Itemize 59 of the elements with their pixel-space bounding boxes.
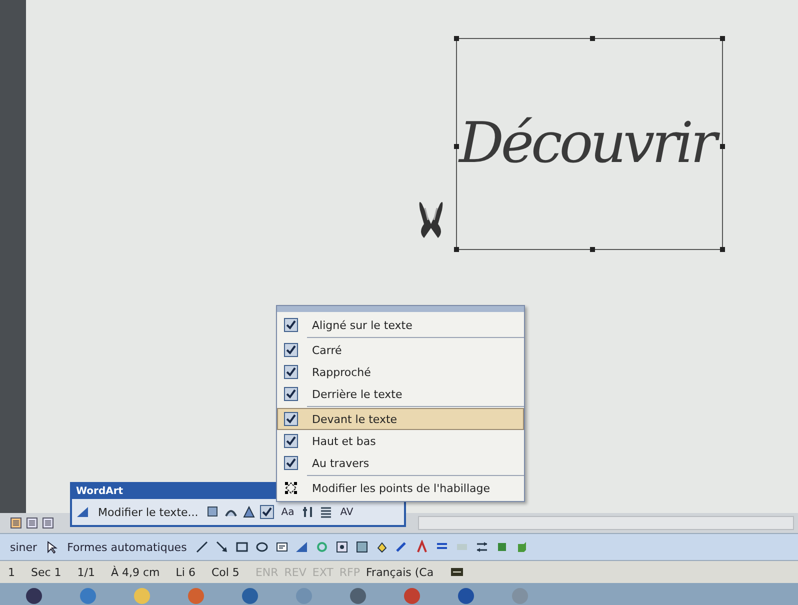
checkbox-icon[interactable] bbox=[260, 505, 274, 519]
menu-item[interactable]: Derrière le texte bbox=[277, 383, 524, 405]
menu-item[interactable]: Au travers bbox=[277, 452, 524, 474]
text-box-icon[interactable] bbox=[274, 540, 289, 554]
wordart-text[interactable]: Découvrir bbox=[459, 110, 720, 178]
draw-menu-button[interactable]: siner bbox=[8, 540, 40, 554]
resize-handle[interactable] bbox=[454, 247, 459, 252]
shape-icon[interactable] bbox=[242, 505, 256, 519]
status-field: À 4,9 cm bbox=[111, 566, 160, 578]
checkbox-icon bbox=[284, 343, 298, 357]
edit-text-button[interactable]: Modifier le texte... bbox=[94, 506, 202, 518]
oval-icon[interactable] bbox=[254, 540, 269, 554]
autoshapes-menu-button[interactable]: Formes automatiques bbox=[65, 540, 189, 554]
wordart-icon[interactable] bbox=[294, 540, 309, 554]
checkbox-icon bbox=[284, 456, 298, 470]
resize-handle[interactable] bbox=[720, 36, 726, 41]
character-spacing-button[interactable]: AV bbox=[337, 506, 356, 518]
arrow-style-icon[interactable] bbox=[474, 540, 489, 554]
selection-frame[interactable]: Découvrir bbox=[456, 38, 724, 250]
web-view-icon[interactable] bbox=[26, 517, 38, 529]
align-icon[interactable] bbox=[319, 505, 334, 519]
font-color-icon[interactable] bbox=[414, 540, 429, 554]
resize-handle[interactable] bbox=[720, 144, 726, 149]
pointer-icon[interactable] bbox=[45, 540, 60, 554]
normal-view-icon[interactable] bbox=[10, 517, 22, 529]
fill-color-icon[interactable] bbox=[374, 540, 389, 554]
status-field: Col 5 bbox=[211, 566, 240, 578]
checkbox-icon bbox=[284, 412, 298, 426]
line-icon[interactable] bbox=[194, 540, 209, 554]
toolbar-title: WordArt bbox=[76, 486, 124, 497]
menu-item[interactable]: Aligné sur le texte bbox=[277, 314, 524, 336]
status-field: 1 bbox=[8, 566, 15, 578]
menu-item[interactable]: Devant le texte bbox=[277, 408, 524, 430]
menu-item[interactable]: Haut et bas bbox=[277, 430, 524, 452]
checkbox-icon bbox=[284, 318, 298, 332]
menu-item[interactable]: Modifier les points de l'habillage bbox=[277, 477, 524, 499]
outline-view-icon[interactable] bbox=[42, 517, 54, 529]
resize-handle[interactable] bbox=[590, 36, 595, 41]
resize-handle[interactable] bbox=[720, 247, 726, 252]
resize-handle[interactable] bbox=[454, 36, 459, 41]
status-field: Li 6 bbox=[176, 566, 196, 578]
status-field: Sec 1 bbox=[31, 566, 62, 578]
checkbox-icon bbox=[284, 434, 298, 448]
same-height-button[interactable]: Aa bbox=[278, 506, 298, 518]
drag-handle[interactable] bbox=[277, 306, 524, 312]
status-field: Français (Ca bbox=[366, 566, 434, 578]
status-field: 1/1 bbox=[77, 566, 95, 578]
line-color-icon[interactable] bbox=[394, 540, 409, 554]
rectangle-icon[interactable] bbox=[234, 540, 249, 554]
resize-handle[interactable] bbox=[590, 247, 595, 252]
checkbox-icon bbox=[284, 387, 298, 401]
menu-item[interactable]: Rapproché bbox=[277, 361, 524, 383]
checkbox-icon bbox=[284, 365, 298, 379]
menu-item[interactable]: Carré bbox=[277, 339, 524, 361]
horizontal-scrollbar[interactable] bbox=[418, 516, 794, 530]
arrow-icon[interactable] bbox=[214, 540, 229, 554]
wordart-icon[interactable] bbox=[76, 505, 90, 519]
resize-handle[interactable] bbox=[454, 144, 459, 149]
edit-points-icon bbox=[284, 481, 298, 495]
